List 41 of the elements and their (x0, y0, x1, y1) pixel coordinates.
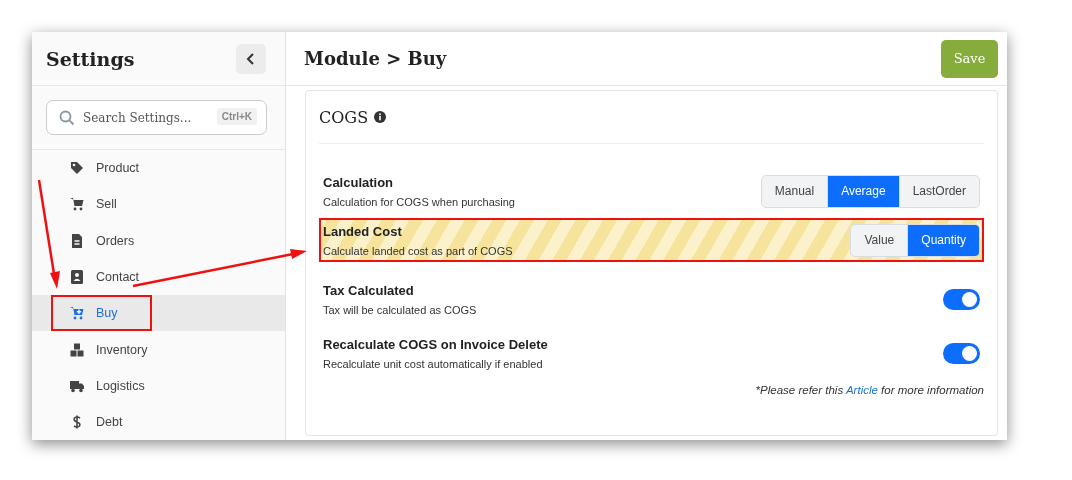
truck-icon (70, 378, 84, 393)
toggle-switch[interactable] (943, 288, 980, 310)
info-icon (374, 111, 387, 123)
setting-description: Calculation for COGS when purchasing (323, 195, 515, 208)
article-link[interactable]: Article (845, 384, 878, 396)
boxes-icon (70, 342, 84, 357)
shortcut-hint: Ctrl+K (216, 108, 257, 125)
sidebar-item[interactable]: Inventory (32, 331, 285, 368)
setting-description: Tax will be calculated as COGS (323, 303, 477, 316)
setting-description: Calculate landed cost as part of COGS (323, 244, 513, 257)
sidebar-item[interactable]: Buy (32, 295, 285, 332)
sidebar-item[interactable]: Debt (32, 404, 285, 440)
segment-option[interactable]: Quantity (907, 224, 979, 256)
cart-plus-icon (70, 306, 84, 321)
sidebar-item[interactable]: Sell (32, 186, 285, 223)
search-icon (59, 110, 75, 126)
setting-title: Tax Calculated (323, 282, 415, 298)
dollar-icon (70, 415, 84, 430)
segment-option[interactable]: Manual (761, 175, 828, 207)
tag-icon (70, 161, 84, 176)
sidebar-item[interactable]: Orders (32, 222, 285, 259)
toggle-switch[interactable] (943, 342, 980, 364)
chevron-left-icon (245, 51, 257, 66)
cart-icon (70, 197, 84, 212)
sidebar-item[interactable]: Product (32, 150, 285, 187)
segment-option[interactable]: Value (851, 224, 908, 256)
setting-title: Calculation (323, 174, 395, 190)
footnote: *Please refer this Article for more information (754, 384, 984, 396)
contact-icon (70, 270, 84, 285)
setting-title: Landed Cost (323, 223, 403, 239)
sidebar-title: Settings (46, 47, 135, 70)
sidebar-item[interactable]: Logistics (32, 367, 285, 405)
segment-option[interactable]: Average (827, 175, 899, 207)
setting-description: Recalculate unit cost automatically if enabled (323, 357, 544, 370)
sidebar-item[interactable]: Contact (32, 258, 285, 296)
section-title: COGS (319, 107, 369, 127)
setting-title: Recalculate COGS on Invoice Delete (323, 336, 548, 352)
collapse-button[interactable] (236, 43, 266, 74)
document-icon (70, 233, 84, 248)
page-title: Module > Buy (304, 48, 447, 69)
segment-option[interactable]: LastOrder (898, 175, 979, 207)
